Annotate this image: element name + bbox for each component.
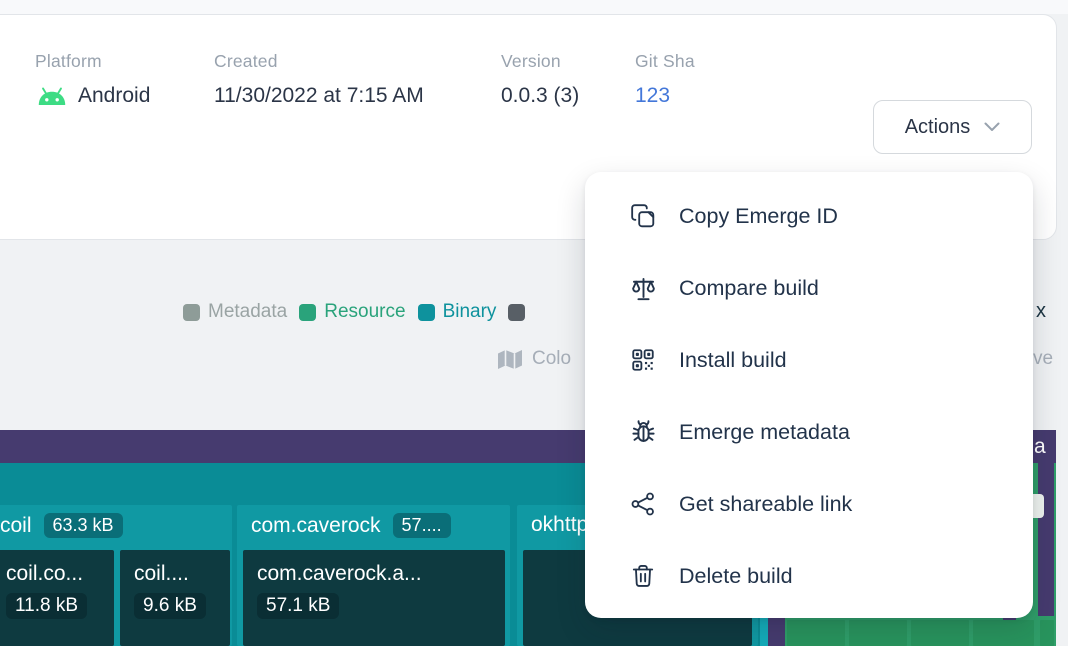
color-by-control[interactable]: Colo [497,348,571,370]
menu-item-compare-build[interactable]: Compare build [585,252,1033,324]
menu-item-emerge-metadata[interactable]: Emerge metadata [585,396,1033,468]
treemap-green-tile[interactable] [1040,620,1054,646]
fourth-swatch-icon [508,304,525,321]
field-git-sha: Git Sha 123 [635,51,695,108]
menu-item-get-shareable-link[interactable]: Get shareable link [585,468,1033,540]
color-by-label-fragment: Colo [532,348,571,370]
group-name: coil [0,514,32,538]
menu-item-label: Install build [679,348,787,373]
treemap-cyan-strip [760,618,768,646]
copy-icon [629,202,657,230]
qr-code-icon [629,346,657,374]
actions-button-label: Actions [905,116,971,139]
version-value: 0.0.3 (3) [501,84,579,108]
field-label: Created [214,51,424,72]
map-icon [497,349,523,370]
legend-item-metadata[interactable]: Metadata [183,301,287,323]
group-name: okhttp [531,513,588,537]
node-name: com.caverock.a... [257,562,505,586]
legend-item-binary[interactable]: Binary [418,301,497,323]
treemap-node-caverock-a[interactable]: com.caverock.a... 57.1 kB [243,550,505,646]
treemap-green-tile[interactable] [849,620,907,646]
treemap-node-coil2[interactable]: coil.... 9.6 kB [120,550,230,646]
bug-icon [629,418,657,446]
created-value: 11/30/2022 at 7:15 AM [214,84,424,108]
group-size-badge: 57.... [393,513,451,538]
node-name: coil.co... [6,562,114,586]
treemap-node-coil-co[interactable]: coil.co... 11.8 kB [0,550,114,646]
actions-button[interactable]: Actions [873,100,1032,154]
node-size-badge: 57.1 kB [257,593,339,619]
android-icon [35,85,69,108]
treemap-green-tile[interactable] [911,620,969,646]
menu-item-label: Emerge metadata [679,420,850,445]
platform-value: Android [78,84,150,108]
binary-swatch-icon [418,304,435,321]
field-label: Version [501,51,579,72]
menu-item-delete-build[interactable]: Delete build [585,540,1033,612]
scale-icon [629,274,657,302]
menu-item-label: Copy Emerge ID [679,204,838,229]
git-sha-link[interactable]: 123 [635,84,670,108]
treemap-purple-strip-right [1038,463,1054,616]
color-by-label-fragment-right: ve [1033,348,1053,370]
menu-item-label: Compare build [679,276,819,301]
legend-item-resource[interactable]: Resource [299,301,405,323]
menu-item-copy-emerge-id[interactable]: Copy Emerge ID [585,180,1033,252]
field-platform: Platform Android [35,51,150,108]
field-label: Platform [35,51,150,72]
legend-label: Metadata [208,301,287,323]
trash-icon [629,562,657,590]
field-version: Version 0.0.3 (3) [501,51,579,108]
menu-item-label: Delete build [679,564,793,589]
treemap-green-tile[interactable] [787,620,845,646]
legend-label: Resource [324,301,405,323]
node-name: coil.... [134,562,230,586]
treemap-purple-strip-a [768,618,785,646]
chevron-down-icon [984,122,1000,132]
treemap-purple-band-label-fragment: a [1034,435,1046,459]
treemap-green-tile[interactable] [1018,620,1034,646]
legend-item-fourth[interactable] [508,304,525,321]
share-icon [629,490,657,518]
page-top-strip [0,0,1068,14]
menu-item-label: Get shareable link [679,492,852,517]
legend-label: Binary [443,301,497,323]
treemap-legend: Metadata Resource Binary [183,301,525,323]
metadata-swatch-icon [183,304,200,321]
group-name: com.caverock [251,514,381,538]
field-created: Created 11/30/2022 at 7:15 AM [214,51,424,108]
menu-item-install-build[interactable]: Install build [585,324,1033,396]
actions-dropdown-menu: Copy Emerge ID Compare build [585,172,1033,618]
field-label: Git Sha [635,51,695,72]
node-size-badge: 11.8 kB [6,593,87,619]
legend-truncated-text-fragment: x [1036,300,1046,323]
group-size-badge: 63.3 kB [44,513,123,538]
node-size-badge: 9.6 kB [134,593,206,619]
resource-swatch-icon [299,304,316,321]
